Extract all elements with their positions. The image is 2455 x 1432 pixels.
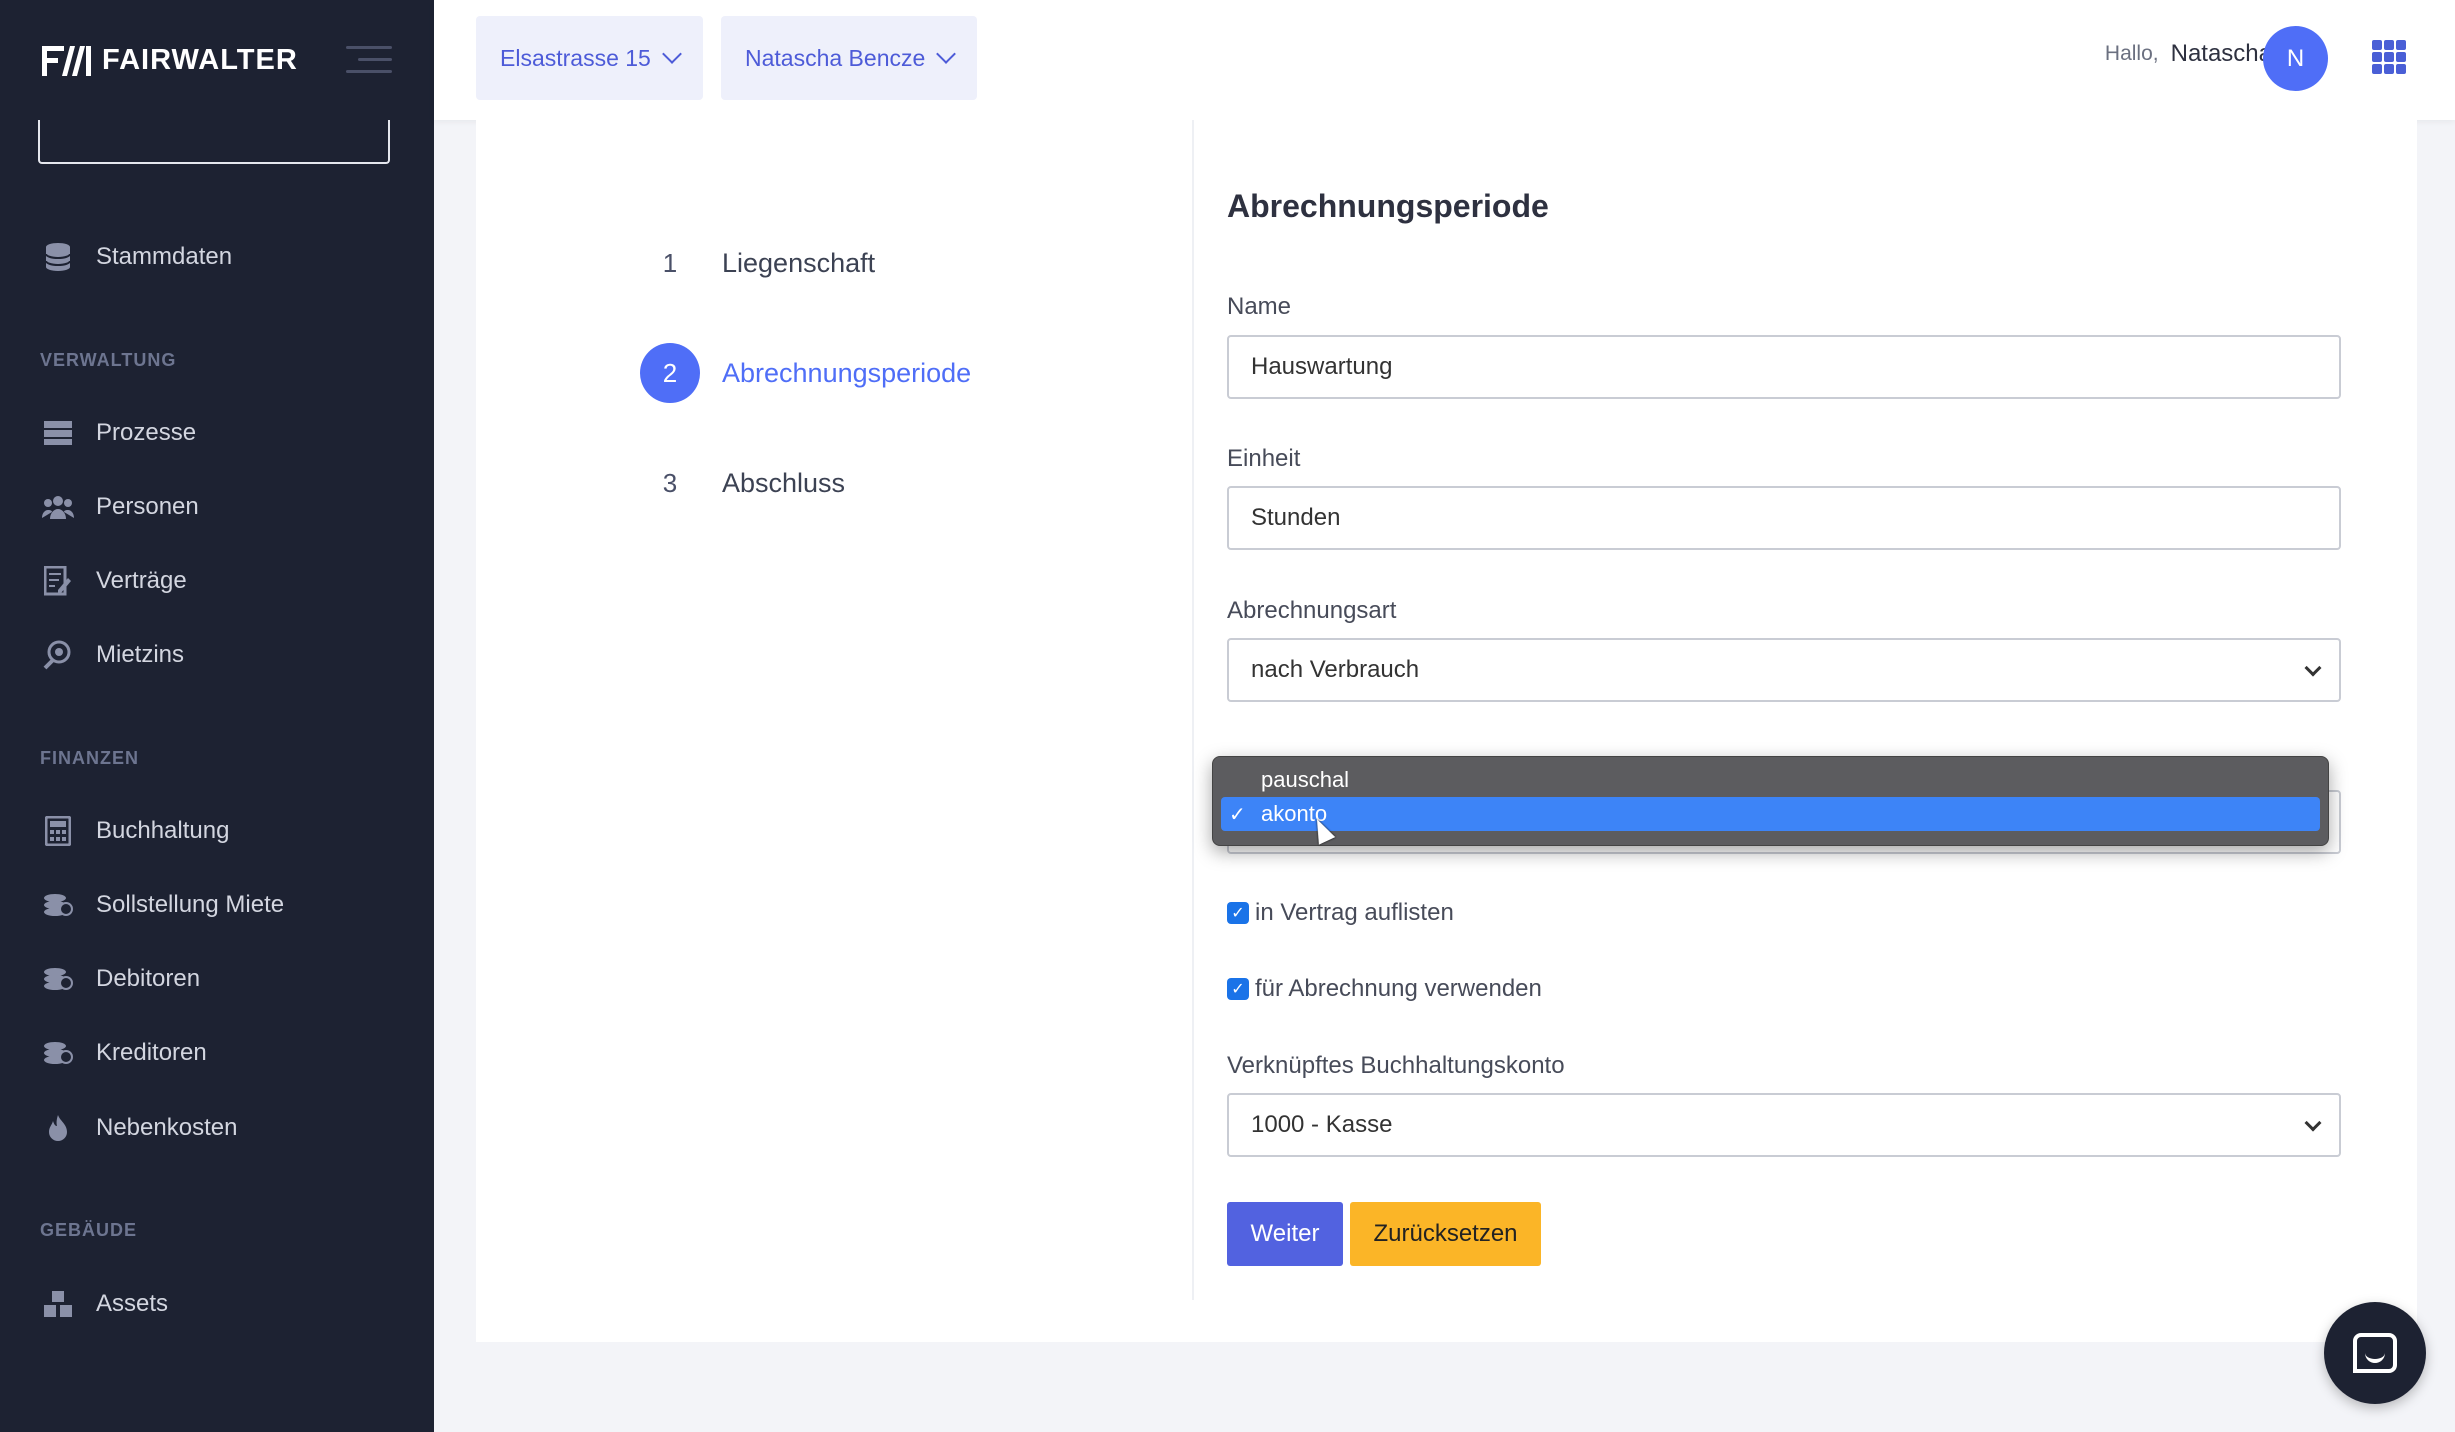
sidebar-item-kreditoren[interactable]: Kreditoren (42, 1033, 207, 1073)
form-title: Abrechnungsperiode (1227, 188, 1549, 224)
chevron-down-icon (2304, 659, 2322, 677)
unit-input-value: Stunden (1251, 504, 1341, 531)
sidebar-item-vertraege[interactable]: Verträge (42, 561, 187, 601)
property-selector-label: Elsastrasse 15 (500, 44, 651, 71)
step-abschluss[interactable]: 3 Abschluss (640, 453, 845, 513)
step-abrechnungsperiode[interactable]: 2 Abrechnungsperiode (640, 343, 971, 403)
step-label: Abschluss (722, 467, 846, 498)
user-name: Natascha (2170, 40, 2272, 67)
logo-icon (42, 42, 92, 78)
coins-icon (42, 963, 74, 995)
account-label: Verknüpftes Buchhaltungskonto (1227, 1052, 1565, 1079)
person-selector[interactable]: Natascha Bencze (721, 16, 978, 100)
sidebar-item-mietzins[interactable]: Mietzins (42, 635, 184, 675)
step-number: 2 (640, 343, 700, 403)
sidebar-item-label: Mietzins (96, 641, 185, 668)
section-verwaltung: VERWALTUNG (40, 350, 177, 370)
avatar[interactable]: N (2263, 26, 2328, 91)
name-label: Name (1227, 293, 1292, 320)
billing-type-value: nach Verbrauch (1251, 656, 1420, 683)
sidebar-item-buchhaltung[interactable]: Buchhaltung (42, 811, 229, 851)
section-finanzen: FINANZEN (40, 748, 139, 768)
greeting-text: Hallo, (2104, 42, 2159, 65)
coins-icon (42, 1037, 74, 1069)
chat-launcher[interactable] (2324, 1302, 2426, 1404)
reset-button[interactable]: Zurücksetzen (1350, 1202, 1541, 1266)
sidebar-item-stammdaten[interactable]: Stammdaten (42, 237, 232, 277)
step-number: 3 (662, 467, 678, 498)
sidebar-item-label: Kreditoren (96, 1039, 207, 1066)
sidebar-search-input[interactable] (38, 120, 390, 164)
contract-icon (42, 565, 74, 597)
apps-grid-icon[interactable] (2372, 40, 2406, 74)
sidebar-item-nebenkosten[interactable]: Nebenkosten (42, 1108, 237, 1148)
dropdown-menu: pauschal ✓ akonto (1212, 756, 2329, 846)
sidebar-item-label: Debitoren (96, 965, 201, 992)
step-label: Liegenschaft (722, 247, 876, 278)
account-select-value: 1000 - Kasse (1251, 1111, 1393, 1138)
chevron-down-icon (936, 44, 957, 64)
billing-checkbox[interactable]: ✓ (1227, 978, 1249, 1000)
sidebar-item-sollstellung-miete[interactable]: Sollstellung Miete (42, 885, 284, 925)
property-selector[interactable]: Elsastrasse 15 (476, 16, 703, 100)
billing-type-select[interactable]: nach Verbrauch (1227, 638, 2341, 702)
account-select[interactable]: 1000 - Kasse (1227, 1093, 2341, 1157)
dropdown-option-pauschal[interactable]: pauschal (1221, 763, 2320, 797)
step-liegenschaft[interactable]: 1 Liegenschaft (640, 233, 875, 293)
name-input-value: Hauswartung (1251, 353, 1393, 380)
unit-label: Einheit (1227, 445, 1301, 472)
sidebar-item-label: Verträge (96, 567, 187, 594)
database-icon (42, 241, 74, 273)
contract-checkbox-row[interactable]: ✓ in Vertrag auflisten (1227, 899, 1454, 927)
sidebar-item-assets[interactable]: Assets (42, 1284, 168, 1324)
sidebar: FAIRWALTER Stammdaten VERWALTUNG Prozess… (0, 0, 434, 1432)
logo[interactable]: FAIRWALTER (42, 42, 298, 78)
billing-checkbox-label: für Abrechnung verwenden (1255, 975, 1542, 1002)
billing-type-label: Abrechnungsart (1227, 597, 1397, 624)
flame-icon (42, 1112, 74, 1144)
name-input[interactable]: Hauswartung (1227, 335, 2341, 399)
sidebar-item-prozesse[interactable]: Prozesse (42, 413, 196, 453)
sidebar-item-label: Buchhaltung (96, 817, 230, 844)
process-icon (42, 417, 74, 449)
card-divider (1192, 120, 1194, 1300)
topbar: Elsastrasse 15 Natascha Bencze Hallo, Na… (434, 0, 2455, 120)
coins-icon (42, 889, 74, 921)
checkmark-icon: ✓ (1229, 803, 1246, 826)
next-button[interactable]: Weiter (1227, 1202, 1343, 1266)
sidebar-item-label: Sollstellung Miete (96, 891, 285, 918)
sidebar-item-label: Nebenkosten (96, 1114, 238, 1141)
billing-checkbox-row[interactable]: ✓ für Abrechnung verwenden (1227, 975, 1542, 1003)
chat-icon (2353, 1333, 2397, 1373)
step-number: 1 (662, 247, 678, 278)
sidebar-item-personen[interactable]: Personen (42, 487, 199, 527)
sidebar-item-label: Personen (96, 493, 199, 520)
sidebar-item-debitoren[interactable]: Debitoren (42, 959, 200, 999)
rent-icon (42, 639, 74, 671)
unit-input[interactable]: Stunden (1227, 486, 2341, 550)
sidebar-item-label: Prozesse (96, 419, 197, 446)
dropdown-option-akonto[interactable]: ✓ akonto (1221, 797, 2320, 831)
step-label: Abrechnungsperiode (722, 357, 972, 388)
calculator-icon (42, 815, 74, 847)
logo-text: FAIRWALTER (102, 43, 298, 76)
chevron-down-icon (2304, 1114, 2322, 1132)
contract-checkbox-label: in Vertrag auflisten (1255, 899, 1454, 926)
person-selector-label: Natascha Bencze (745, 44, 926, 71)
section-gebaeude: GEBÄUDE (40, 1220, 138, 1240)
boxes-icon (42, 1288, 74, 1320)
people-icon (42, 491, 74, 523)
sidebar-item-label: Assets (96, 1290, 169, 1317)
contract-checkbox[interactable]: ✓ (1227, 902, 1249, 924)
chevron-down-icon (661, 44, 682, 64)
sidebar-item-label: Stammdaten (96, 243, 233, 270)
menu-toggle-icon[interactable] (346, 44, 392, 76)
user-greeting: Hallo, Natascha (2105, 40, 2272, 68)
wizard-card (476, 120, 2417, 1342)
